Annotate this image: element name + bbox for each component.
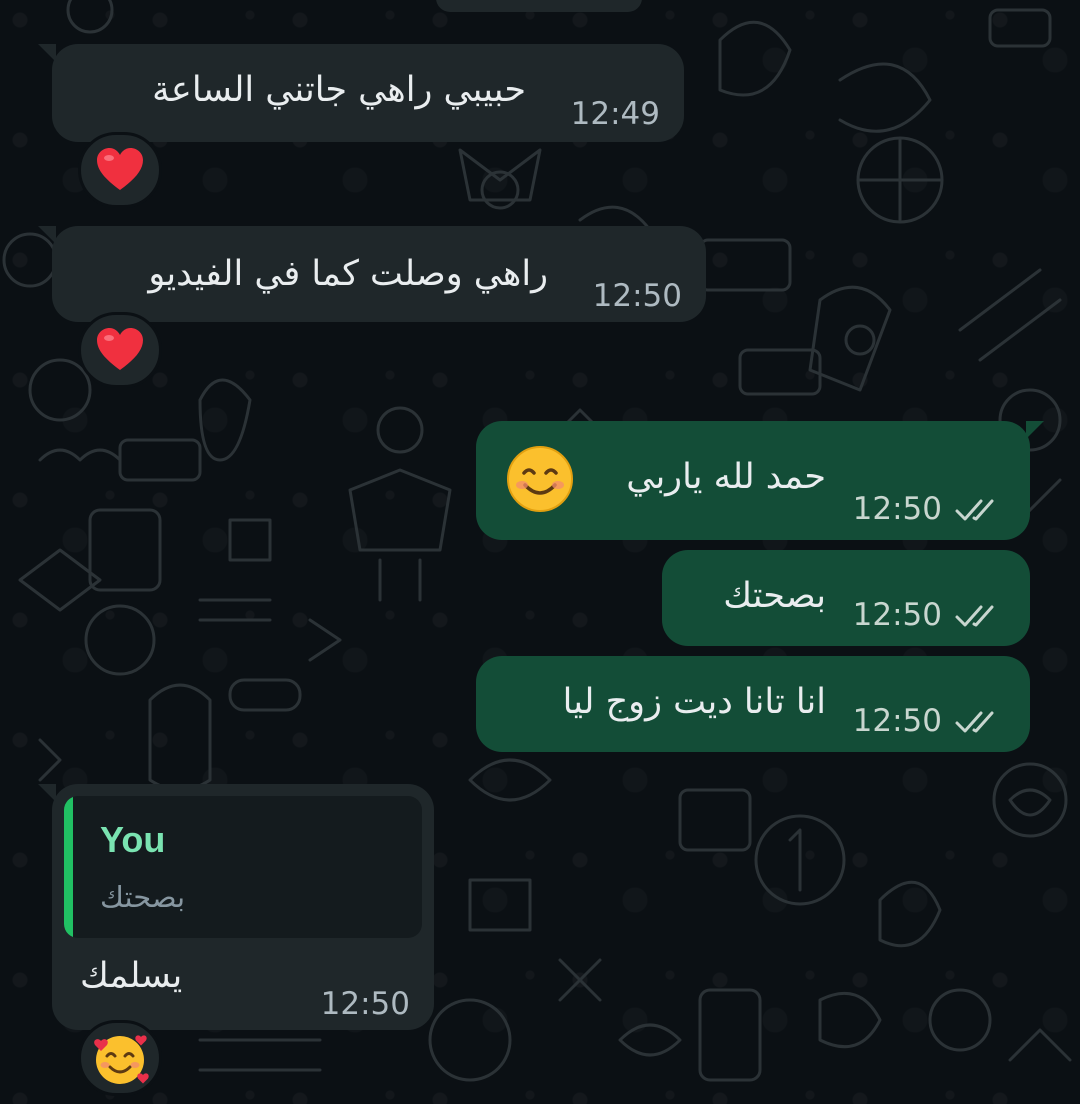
previous-message-stub [436, 0, 642, 12]
message-time: 12:50 [852, 491, 942, 527]
bubble-tail [38, 44, 56, 62]
bubble-tail [38, 784, 56, 802]
quote-accent-bar [64, 796, 73, 938]
bubble-tail [1026, 421, 1044, 439]
read-double-check-icon [955, 605, 994, 627]
message-text: انا تانا ديت زوج ليا [562, 682, 826, 722]
message-time: 12:50 [852, 597, 942, 633]
outgoing-message[interactable]: حمد لله ياربي 12:50 [476, 421, 1044, 540]
bubble-tail [38, 226, 56, 244]
message-reaction[interactable] [78, 312, 162, 388]
message-text: حمد لله ياربي [626, 457, 826, 497]
read-double-check-icon [955, 499, 994, 521]
message-time: 12:50 [320, 986, 410, 1022]
message-time: 12:50 [592, 278, 682, 314]
message-text: راهي وصلت كما في الفيديو [148, 254, 548, 294]
quoted-message[interactable]: You بصحتك [64, 796, 422, 938]
quote-text: بصحتك [100, 880, 186, 914]
outgoing-message[interactable]: انا تانا ديت زوج ليا 12:50 [476, 656, 1030, 752]
smiling-face-icon [507, 446, 573, 512]
message-text: بصحتك [723, 576, 826, 616]
message-reaction[interactable] [78, 132, 162, 208]
outgoing-message[interactable]: بصحتك 12:50 [662, 550, 1030, 646]
incoming-message[interactable]: حبيبي راهي جاتني الساعة 12:49 [38, 44, 684, 142]
quote-author: You [100, 819, 166, 860]
incoming-message[interactable]: راهي وصلت كما في الفيديو 12:50 [38, 226, 706, 322]
incoming-reply-message[interactable]: You بصحتك يسلمك 12:50 [38, 784, 434, 1030]
message-reaction[interactable] [78, 1020, 162, 1096]
message-time: 12:50 [852, 703, 942, 739]
message-time: 12:49 [570, 96, 660, 132]
message-text: يسلمك [80, 956, 183, 996]
message-text: حبيبي راهي جاتني الساعة [152, 70, 526, 110]
heart-icon [97, 328, 143, 370]
smiling-face-with-hearts-icon [94, 1035, 149, 1084]
read-double-check-icon [955, 711, 994, 733]
heart-icon [97, 148, 143, 190]
